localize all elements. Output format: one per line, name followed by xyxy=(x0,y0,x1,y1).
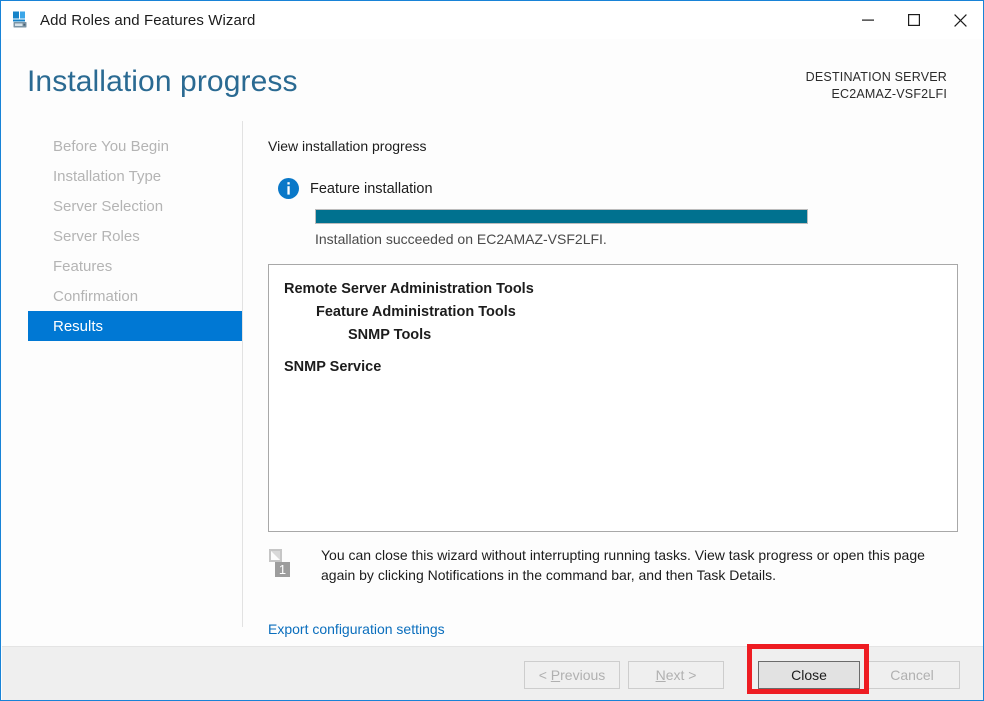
cancel-button[interactable]: Cancel xyxy=(864,661,960,689)
sidebar-item-server-roles[interactable]: Server Roles xyxy=(28,221,242,251)
sidebar-item-server-selection[interactable]: Server Selection xyxy=(28,191,242,221)
close-button-titlebar[interactable] xyxy=(937,1,983,39)
close-icon xyxy=(953,13,967,27)
sidebar-item-before-you-begin[interactable]: Before You Begin xyxy=(28,131,242,161)
installation-progress-bar xyxy=(315,209,808,224)
wizard-step-nav: Before You Begin Installation Type Serve… xyxy=(2,121,243,645)
title-bar: Add Roles and Features Wizard xyxy=(1,1,983,39)
window-title: Add Roles and Features Wizard xyxy=(40,11,256,29)
destination-server-label: DESTINATION SERVER xyxy=(805,70,947,84)
section-label: View installation progress xyxy=(268,138,427,154)
minimize-icon xyxy=(862,19,874,21)
maximize-icon xyxy=(908,14,920,26)
wizard-body: Before You Begin Installation Type Serve… xyxy=(2,121,983,645)
installation-status-title: Feature installation xyxy=(310,180,433,197)
feature-list-item: SNMP Service xyxy=(284,359,382,375)
feature-list-item: Feature Administration Tools xyxy=(316,304,516,320)
cancel-button-label: Cancel xyxy=(890,667,934,683)
server-rack-icon xyxy=(13,11,27,28)
sidebar-item-label: Results xyxy=(53,317,104,335)
close-button[interactable]: Close xyxy=(758,661,860,689)
sidebar-item-label: Confirmation xyxy=(53,287,139,305)
minimize-button[interactable] xyxy=(845,1,891,39)
sidebar-item-label: Installation Type xyxy=(53,167,162,185)
previous-button[interactable]: < Previous xyxy=(524,661,620,689)
page-title: Installation progress xyxy=(27,65,298,98)
feature-list-item: Remote Server Administration Tools xyxy=(284,281,534,297)
next-button[interactable]: Next > xyxy=(628,661,724,689)
sidebar-item-label: Server Selection xyxy=(53,197,164,215)
next-button-label: Next > xyxy=(655,667,697,683)
sidebar-item-installation-type[interactable]: Installation Type xyxy=(28,161,242,191)
add-roles-and-features-wizard-window: Add Roles and Features Wizard Installati… xyxy=(0,0,984,701)
info-icon xyxy=(278,178,299,199)
feature-list-item: SNMP Tools xyxy=(348,327,432,343)
window-controls xyxy=(845,1,983,39)
notification-badge-count: 1 xyxy=(279,562,286,577)
installed-features-panel[interactable]: Remote Server Administration Tools Featu… xyxy=(268,264,958,532)
sidebar-item-label: Server Roles xyxy=(53,227,140,245)
wizard-footer: < Previous Next > Close Cancel xyxy=(2,646,983,700)
installation-status-row: Feature installation xyxy=(278,178,433,199)
export-configuration-settings-link[interactable]: Export configuration settings xyxy=(268,621,445,637)
sidebar-item-results[interactable]: Results xyxy=(28,311,242,341)
main-content: View installation progress Feature insta… xyxy=(243,121,983,645)
close-wizard-notice: 1 You can close this wizard without inte… xyxy=(268,545,963,585)
close-button-label: Close xyxy=(791,667,827,683)
sidebar-item-label: Before You Begin xyxy=(53,137,169,155)
page-header: Installation progress DESTINATION SERVER… xyxy=(2,39,983,121)
sidebar-item-features[interactable]: Features xyxy=(28,251,242,281)
maximize-button[interactable] xyxy=(891,1,937,39)
destination-server: DESTINATION SERVER EC2AMAZ-VSF2LFI xyxy=(806,69,947,103)
destination-server-name: EC2AMAZ-VSF2LFI xyxy=(831,87,947,101)
installation-progress-fill xyxy=(316,210,807,223)
notification-flag-icon: 1 xyxy=(269,549,290,577)
previous-button-label: < Previous xyxy=(538,667,606,683)
sidebar-item-confirmation[interactable]: Confirmation xyxy=(28,281,242,311)
sidebar-item-label: Features xyxy=(53,257,113,275)
close-wizard-notice-text: You can close this wizard without interr… xyxy=(321,547,925,583)
installation-progress-status: Installation succeeded on EC2AMAZ-VSF2LF… xyxy=(315,231,607,247)
